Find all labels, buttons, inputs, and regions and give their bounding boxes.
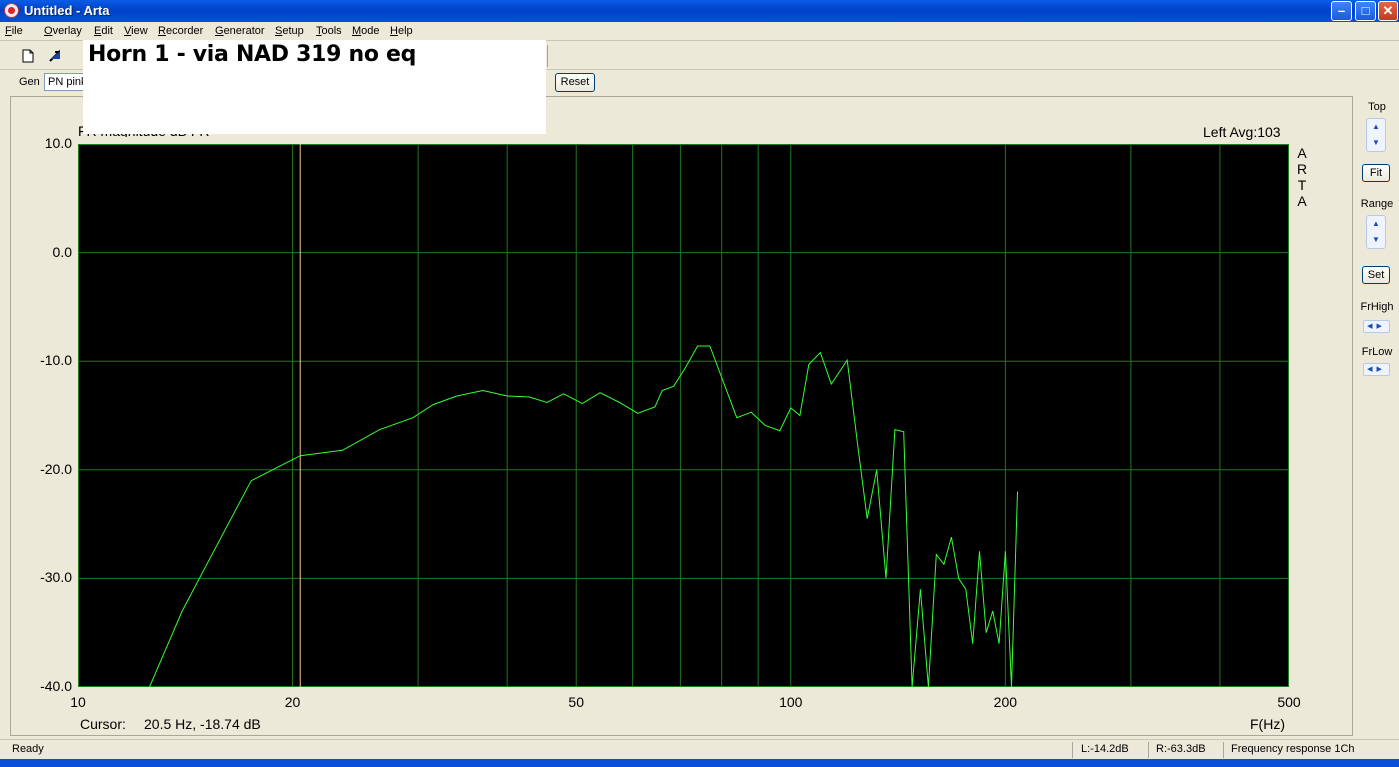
y-tick-label: -10.0 xyxy=(40,352,72,369)
app-icon[interactable] xyxy=(4,3,19,18)
menu-help-mnemonic: H xyxy=(390,25,398,37)
x-tick-label: 50 xyxy=(568,694,584,710)
menu-generator[interactable]: Generator xyxy=(215,25,265,37)
menu-view-label: iew xyxy=(131,25,148,37)
minimize-button[interactable]: – xyxy=(1331,1,1352,21)
status-left-level: L:-14.2dB xyxy=(1081,743,1129,755)
y-tick-label: 0.0 xyxy=(52,243,72,260)
fit-button[interactable]: Fit xyxy=(1362,164,1390,182)
right-control-panel: Top ▲ ▼ Fit Range ▲ ▼ Set FrHigh ◀▶ FrLo… xyxy=(1356,96,1399,736)
cursor-readout: 20.5 Hz, -18.74 dB xyxy=(144,716,261,732)
status-bar: Ready L:-14.2dB R:-63.3dB Frequency resp… xyxy=(0,739,1399,759)
close-button[interactable]: ✕ xyxy=(1378,1,1398,21)
status-separator xyxy=(1223,742,1224,758)
frlow-label: FrLow xyxy=(1361,346,1393,358)
menu-generator-mnemonic: G xyxy=(215,25,224,37)
window-bottom-border xyxy=(0,759,1399,767)
cursor-label: Cursor: xyxy=(80,716,126,732)
top-spinner[interactable]: ▲ ▼ xyxy=(1366,118,1386,152)
menu-mode-mnemonic: M xyxy=(352,25,362,37)
frhigh-label: FrHigh xyxy=(1360,301,1394,313)
range-label: Range xyxy=(1360,198,1394,210)
range-spinner[interactable]: ▲ ▼ xyxy=(1366,215,1386,249)
graph-title-box[interactable]: Horn 1 - via NAD 319 no eq xyxy=(83,40,546,134)
spin-up-icon[interactable]: ▲ xyxy=(1367,119,1385,135)
status-separator xyxy=(1148,742,1149,758)
menu-mode-label: ode xyxy=(361,25,380,37)
y-tick-label: 10.0 xyxy=(44,135,72,151)
gen-label: Gen xyxy=(19,76,40,88)
arta-letter: A xyxy=(1297,145,1307,161)
plot-panel: FR magnitude dB FR Left Avg:103 10.00.0-… xyxy=(10,96,1353,736)
spin-down-icon[interactable]: ▼ xyxy=(1367,135,1385,151)
menu-tools-label: ools xyxy=(321,25,342,37)
status-ready: Ready xyxy=(12,743,44,755)
plot-background xyxy=(78,144,1289,687)
y-tick-label: -30.0 xyxy=(40,569,72,586)
toolbar-separator xyxy=(547,45,548,67)
status-separator xyxy=(1072,742,1073,758)
x-axis-unit: F(Hz) xyxy=(1250,716,1285,732)
reset-button[interactable]: Reset xyxy=(555,73,595,92)
arta-vertical-label: A R T A xyxy=(1295,145,1309,209)
title-bar: Untitled - Arta – □ ✕ xyxy=(0,0,1399,22)
menu-file-label: ile xyxy=(11,25,23,37)
x-tick-label: 500 xyxy=(1277,694,1301,710)
status-right-level: R:-63.3dB xyxy=(1156,743,1206,755)
menu-mode[interactable]: Mode xyxy=(352,25,380,37)
arta-letter: R xyxy=(1296,161,1308,177)
x-tick-label: 100 xyxy=(779,694,803,710)
menu-help[interactable]: Help xyxy=(390,25,413,37)
frlow-spinner[interactable]: ◀▶ xyxy=(1363,363,1390,376)
menu-setup[interactable]: Setup xyxy=(275,25,304,37)
y-tick-label: -40.0 xyxy=(40,678,72,694)
new-document-icon[interactable] xyxy=(18,46,38,66)
menu-edit[interactable]: Edit xyxy=(94,25,113,37)
graph-title: Horn 1 - via NAD 319 no eq xyxy=(88,42,417,67)
x-tick-label: 200 xyxy=(993,694,1018,710)
menu-overlay-label: verlay xyxy=(52,25,82,37)
cursor-arrow-icon[interactable] xyxy=(46,46,66,66)
spin-up-icon[interactable]: ▲ xyxy=(1367,216,1385,232)
arta-letter: T xyxy=(1297,177,1307,193)
frhigh-spinner[interactable]: ◀▶ xyxy=(1363,320,1390,333)
menu-recorder-label: ecorder xyxy=(165,25,204,37)
menu-file[interactable]: File xyxy=(5,25,23,37)
generator-select[interactable]: PN pink xyxy=(44,73,86,91)
menu-bar: File Overlay Edit View Recorder Generato… xyxy=(0,22,1399,41)
menu-file-mnemonic: F xyxy=(5,25,12,37)
spin-down-icon[interactable]: ▼ xyxy=(1367,232,1385,248)
menu-overlay[interactable]: Overlay xyxy=(44,25,82,37)
menu-tools[interactable]: Tools xyxy=(316,25,342,37)
window-title: Untitled - Arta xyxy=(24,3,110,18)
arta-letter: A xyxy=(1297,193,1307,209)
set-button[interactable]: Set xyxy=(1362,266,1390,284)
menu-generator-label: enerator xyxy=(223,25,265,37)
x-tick-label: 20 xyxy=(284,694,301,710)
menu-help-label: elp xyxy=(397,25,413,37)
menu-edit-label: dit xyxy=(101,25,113,37)
menu-recorder-mnemonic: R xyxy=(158,25,166,37)
menu-overlay-mnemonic: O xyxy=(44,25,53,37)
status-mode: Frequency response 1Ch xyxy=(1231,743,1355,755)
x-tick-label: 10 xyxy=(70,694,86,710)
y-tick-label: -20.0 xyxy=(40,460,72,477)
top-label: Top xyxy=(1368,101,1386,113)
frequency-response-plot[interactable] xyxy=(78,144,1289,687)
menu-recorder[interactable]: Recorder xyxy=(158,25,203,37)
maximize-button[interactable]: □ xyxy=(1355,1,1376,21)
channel-info: Left Avg:103 xyxy=(1203,124,1281,140)
menu-setup-label: etup xyxy=(282,25,304,37)
menu-view[interactable]: View xyxy=(124,25,148,37)
